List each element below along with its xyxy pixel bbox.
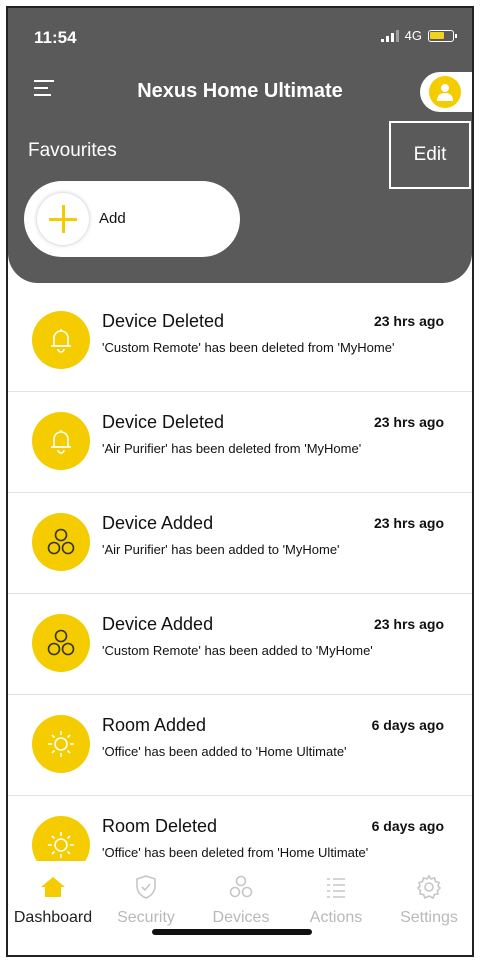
home-icon [8, 873, 98, 901]
add-label: Add [99, 210, 126, 227]
avatar-icon [429, 76, 461, 108]
add-favourite-button[interactable]: Add [24, 181, 240, 257]
tab-label: Devices [212, 909, 270, 926]
list-item[interactable]: Device Added 23 hrs ago 'Custom Remote' … [8, 594, 472, 695]
item-description: 'Air Purifier' has been added to 'MyHome… [102, 542, 340, 557]
tab-label: Actions [309, 909, 363, 926]
home-indicator [152, 929, 312, 935]
item-description: 'Custom Remote' has been added to 'MyHom… [102, 643, 373, 658]
tab-label: Settings [400, 909, 458, 926]
item-title: Device Added [102, 614, 214, 634]
tab-security[interactable]: Security [101, 873, 191, 927]
item-description: 'Office' has been deleted from 'Home Ult… [102, 845, 369, 860]
item-title: Device Deleted [102, 412, 225, 432]
item-description: 'Air Purifier' has been deleted from 'My… [102, 441, 362, 456]
status-indicators: 4G [380, 28, 457, 43]
tab-devices[interactable]: Devices [196, 873, 286, 927]
devices-icon [32, 513, 90, 571]
item-time: 23 hrs ago [373, 616, 444, 632]
list-item[interactable]: Device Deleted 23 hrs ago 'Air Purifier'… [8, 392, 472, 493]
tab-settings[interactable]: Settings [384, 873, 472, 927]
phone-frame: 11:54 4G Nexus Home Ultimate Favourites … [6, 6, 474, 957]
app-title: Nexus Home Ultimate [137, 80, 343, 102]
item-title: Device Deleted [102, 311, 225, 331]
battery-icon [428, 29, 457, 42]
item-time: 6 days ago [371, 818, 444, 834]
tab-dashboard[interactable]: Dashboard [8, 873, 98, 927]
devices-icon [32, 614, 90, 672]
plus-icon [37, 193, 89, 245]
signal-icon [380, 29, 399, 42]
status-bar: 11:54 4G [8, 8, 472, 58]
list-icon [291, 873, 381, 901]
tab-label: Dashboard [13, 909, 93, 926]
status-time: 11:54 [34, 28, 77, 47]
network-type: 4G [404, 28, 422, 43]
devices-icon [196, 873, 286, 901]
tab-actions[interactable]: Actions [291, 873, 381, 927]
tab-label: Security [117, 909, 175, 926]
sun-icon [32, 715, 90, 773]
gear-icon [384, 873, 472, 901]
item-title: Room Deleted [102, 816, 218, 836]
item-time: 6 days ago [371, 717, 444, 733]
tab-bar: Dashboard Security Devices Actions Setti… [8, 861, 472, 955]
bell-icon [32, 412, 90, 470]
list-item[interactable]: Device Added 23 hrs ago 'Air Purifier' h… [8, 493, 472, 594]
notification-list: Device Deleted 23 hrs ago 'Custom Remote… [8, 291, 472, 897]
item-time: 23 hrs ago [373, 515, 444, 531]
item-time: 23 hrs ago [373, 313, 444, 329]
item-title: Room Added [102, 715, 207, 735]
shield-icon [101, 873, 191, 901]
bell-icon [32, 311, 90, 369]
header: 11:54 4G Nexus Home Ultimate Favourites … [8, 8, 472, 283]
item-description: 'Office' has been added to 'Home Ultimat… [102, 744, 347, 759]
item-description: 'Custom Remote' has been deleted from 'M… [102, 340, 395, 355]
list-item[interactable]: Room Added 6 days ago 'Office' has been … [8, 695, 472, 796]
list-item[interactable]: Device Deleted 23 hrs ago 'Custom Remote… [8, 291, 472, 392]
item-title: Device Added [102, 513, 214, 533]
profile-button[interactable] [420, 72, 472, 112]
edit-button[interactable]: Edit [389, 121, 471, 189]
item-time: 23 hrs ago [373, 414, 444, 430]
favourites-label: Favourites [28, 140, 117, 161]
